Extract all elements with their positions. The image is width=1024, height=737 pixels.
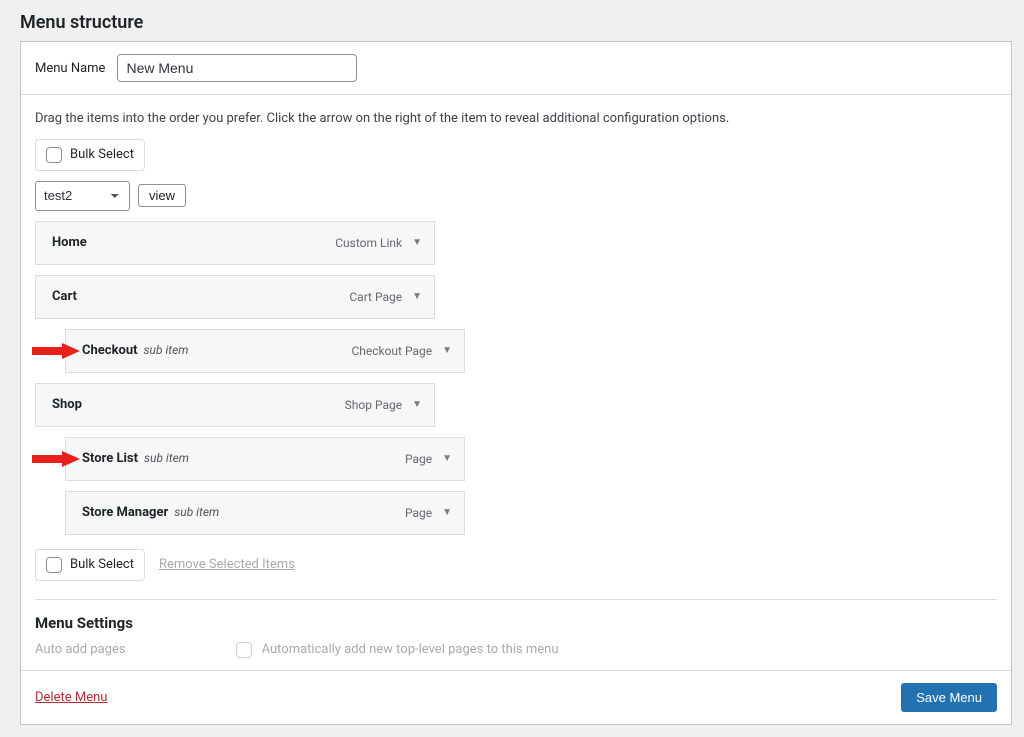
delete-menu-link[interactable]: Delete Menu — [35, 690, 107, 705]
menu-item-home[interactable]: Home Custom Link ▼ — [35, 221, 435, 265]
bulk-select-label-bottom: Bulk Select — [70, 557, 134, 572]
remove-selected-link[interactable]: Remove Selected Items — [159, 557, 295, 572]
instructions-text: Drag the items into the order you prefer… — [21, 95, 1011, 139]
menu-name-label: Menu Name — [35, 61, 105, 76]
menu-item-type: Page — [405, 506, 432, 520]
menu-item-title: Home — [52, 235, 87, 250]
save-menu-button[interactable]: Save Menu — [901, 683, 997, 712]
menu-item-title: Store Manager — [82, 505, 168, 520]
bulk-select-bottom: Bulk Select — [35, 549, 145, 581]
footer-bar: Delete Menu Save Menu — [21, 670, 1011, 724]
menu-structure-panel: Menu Name Drag the items into the order … — [20, 41, 1012, 725]
chevron-down-icon[interactable]: ▼ — [442, 453, 452, 464]
page-title: Menu structure — [20, 0, 1024, 41]
menu-name-input[interactable] — [117, 54, 357, 82]
menu-item-type: Shop Page — [345, 398, 402, 412]
menu-item-store-list[interactable]: Store List sub item Page ▼ — [65, 437, 465, 481]
bulk-select-top: Bulk Select — [35, 139, 145, 171]
menu-settings-title: Menu Settings — [21, 600, 1011, 642]
chevron-down-icon[interactable]: ▼ — [412, 291, 422, 302]
bulk-select-checkbox-top[interactable] — [46, 147, 62, 163]
annotation-arrow-icon — [32, 343, 80, 359]
menu-item-shop[interactable]: Shop Shop Page ▼ — [35, 383, 435, 427]
sub-item-label: sub item — [174, 505, 219, 519]
auto-add-desc: Automatically add new top-level pages to… — [262, 642, 559, 657]
sub-item-label: sub item — [144, 451, 189, 465]
menu-item-cart[interactable]: Cart Cart Page ▼ — [35, 275, 435, 319]
chevron-down-icon[interactable]: ▼ — [412, 237, 422, 248]
menu-item-title: Checkout — [82, 343, 138, 358]
auto-add-pages-label: Auto add pages — [35, 642, 126, 657]
menu-name-row: Menu Name — [21, 42, 1011, 95]
menu-item-type: Page — [405, 452, 432, 466]
sub-item-label: sub item — [144, 343, 189, 357]
menu-select-dropdown[interactable]: test2 — [35, 181, 130, 211]
bulk-select-label: Bulk Select — [70, 147, 134, 162]
menu-item-title: Store List — [82, 451, 138, 466]
menu-item-title: Cart — [52, 289, 77, 304]
menu-item-store-manager[interactable]: Store Manager sub item Page ▼ — [65, 491, 465, 535]
bulk-select-checkbox-bottom[interactable] — [46, 557, 62, 573]
chevron-down-icon[interactable]: ▼ — [412, 399, 422, 410]
annotation-arrow-icon — [32, 451, 80, 467]
menu-item-type: Custom Link — [335, 236, 402, 250]
auto-add-checkbox[interactable] — [236, 642, 252, 658]
auto-add-pages-row: Auto add pages Automatically add new top… — [21, 642, 1011, 670]
menu-item-type: Checkout Page — [351, 344, 432, 358]
chevron-down-icon[interactable]: ▼ — [442, 345, 452, 356]
view-button[interactable]: view — [138, 184, 186, 207]
menu-items-list: Home Custom Link ▼ Cart Cart Page ▼ Checkout su… — [35, 221, 997, 535]
menu-item-type: Cart Page — [349, 290, 402, 304]
menu-item-checkout[interactable]: Checkout sub item Checkout Page ▼ — [65, 329, 465, 373]
menu-item-title: Shop — [52, 397, 82, 412]
chevron-down-icon[interactable]: ▼ — [442, 507, 452, 518]
